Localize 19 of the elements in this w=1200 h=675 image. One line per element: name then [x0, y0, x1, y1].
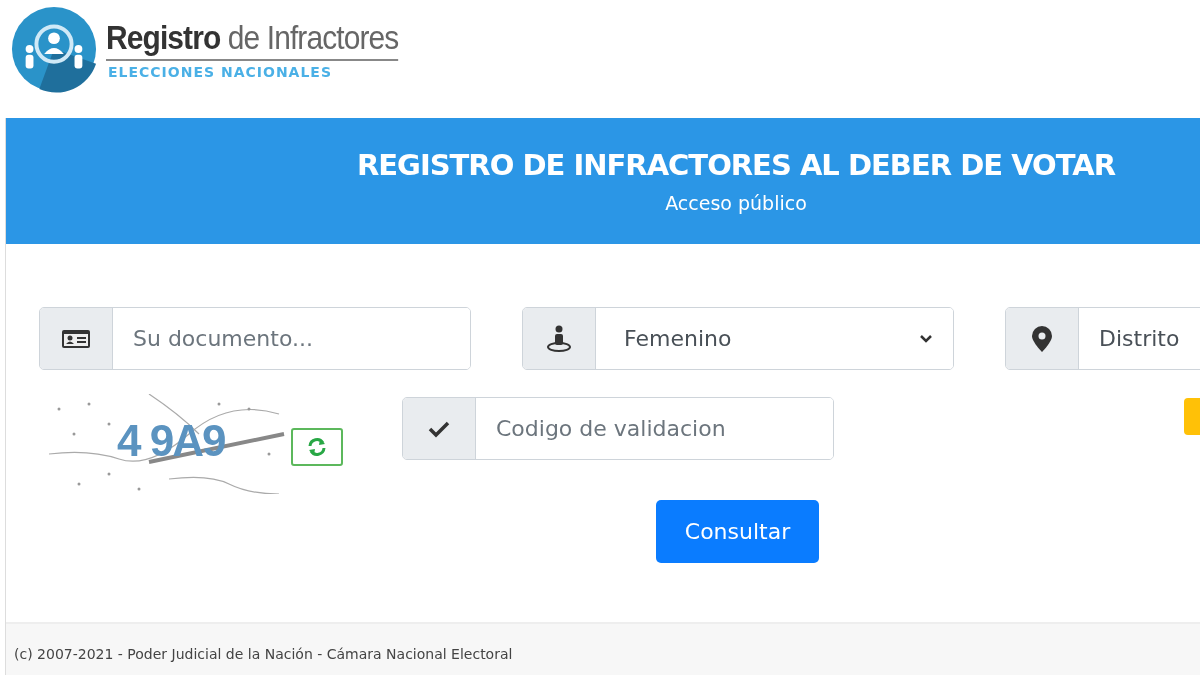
- document-field[interactable]: Su documento...: [39, 307, 471, 370]
- consultar-button[interactable]: Consultar: [656, 500, 819, 563]
- map-pin-icon: [1032, 325, 1052, 352]
- logo-title: Registro de Infractores: [106, 18, 399, 61]
- check-icon: [428, 419, 450, 438]
- captcha-image: 4 9A9: [49, 394, 289, 494]
- header-subtitle: Acceso público: [665, 192, 807, 214]
- id-card-icon: [61, 327, 91, 350]
- footer-text: (c) 2007-2021 - Poder Judicial de la Nación - Cámara Nacional Electoral: [14, 646, 513, 662]
- person-icon: [546, 324, 572, 353]
- gender-select[interactable]: Femenino: [522, 307, 954, 370]
- refresh-captcha-button[interactable]: [291, 428, 343, 466]
- header-title: REGISTRO DE INFRACTORES AL DEBER DE VOTAR: [356, 148, 1116, 182]
- validation-code-field[interactable]: Codigo de validacion: [402, 397, 834, 460]
- logo-subtitle: ELECCIONES NACIONALES: [108, 64, 333, 80]
- logo-icon: [10, 5, 98, 93]
- district-field[interactable]: Distrito: [1005, 307, 1200, 370]
- refresh-icon: [306, 436, 328, 458]
- chevron-down-icon: [919, 333, 933, 344]
